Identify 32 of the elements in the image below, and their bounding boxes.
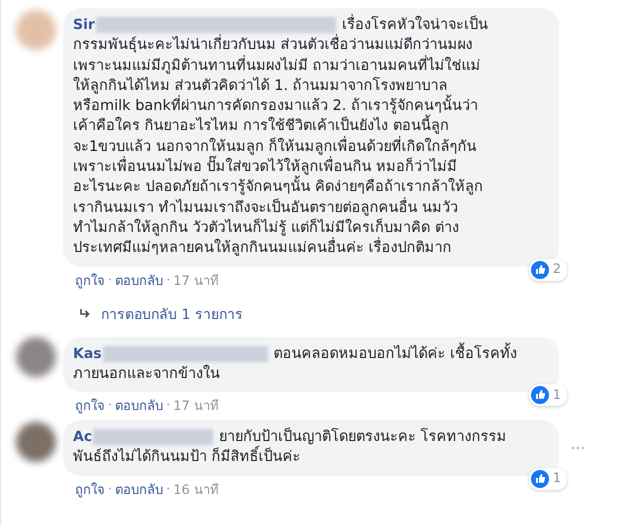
comment-text: กรรมพันธุ์นะคะไม่น่าเกี่ยวกับนม ส่วนตัวเชื่อว่านมแม่ดีกว่านมผง เพราะนมแม่มีภูมิต้านทานที่นมผงไม่มี ถามว่าเอานมคนที่ไม่ใช่แม่ ให้ลูกกินได้ไหม ส่วนตัวคิดว่าได้ 1. ถ้านมมาจากโรงพยาบาล หรือmilk bankที่ผ่านการคัดกรองมาแล้ว 2. ถ้าเรารู้จักคนๆนั้นว่า เค้าคือใคร กินยาอะไรไหม การใช้ชีวิตเค้าเป็นยังไง ตอนนี้ลูก จะ1ขวบแล้ว นอกจากให้นมลูก ก็ให้นมลูกเพื่อนด้วยที่เกิดใกล้ๆกัน เพราะเพื่อนนมไม่พอ ปั๊มใส่ขวดไว้ให้ลูกเพื่อนกิน หมอก็ว่าไม่มี อะไรนะคะ ปลอดภัยถ้าเรารู้จักคนๆนั้น คิดง่ายๆคือถ้าเรากล้าให้ลูก เรากินนมเรา ทำไมนมเราถึงจะเป็นอันตรายต่อลูกคนอื่น นมวัว ทำไมกล้าให้ลูกกิน วัวตัวไหนก็ไม่รู้ แต่ก็ไม่มีใครเก็บมาคิด ต่าง ประเทศมีแม่ๆหลายคนให้ลูกกินนมแม่คนอื่นค่ะ เรื่องปกติมาก (73, 35, 547, 259)
comment-text: เรื่องโรคหัวใจน่าจะเป็น (342, 15, 488, 36)
like-icon (530, 470, 549, 488)
separator-dot: · (108, 272, 112, 288)
avatar[interactable] (16, 336, 56, 377)
more-options-icon[interactable] (571, 446, 585, 450)
separator-dot: · (166, 482, 170, 497)
reply-arrow-icon (79, 308, 91, 319)
commenter-name[interactable]: Sir (73, 17, 95, 34)
like-icon (530, 260, 549, 279)
separator-dot: · (108, 398, 112, 414)
comment-text: ภายนอกและจากข้างใน (73, 364, 221, 384)
comment-text: ตอนคลอดหมอบอกไม่ได้ค่ะ เชื้อโรคทั้ง (274, 344, 518, 364)
action-link[interactable]: ถูกใจ (75, 395, 105, 416)
separator-dot: · (166, 398, 170, 414)
action-link[interactable]: ถูกใจ (75, 478, 105, 500)
action-link[interactable]: ตอบกลับ (115, 395, 164, 416)
action-link[interactable]: ตอบกลับ (115, 270, 164, 291)
separator-dot: · (108, 482, 112, 497)
commenter-name[interactable]: Kas (73, 346, 102, 362)
commenter-name[interactable]: Ac (73, 429, 92, 446)
comment-text: พันธ์ถึงไม่ได้กินนมป้า ก็มีสิทธิ์เป็นค่ะ (73, 447, 547, 468)
comment-text: ยายกับป้าเป็นญาติโดยตรงนะคะ โรคทางกรรม (219, 427, 507, 446)
action-link[interactable]: ตอบกลับ (115, 478, 164, 500)
avatar[interactable] (16, 422, 56, 462)
action-link[interactable]: ถูกใจ (75, 270, 105, 291)
like-count: 2 (552, 262, 561, 278)
like-icon (530, 386, 549, 404)
like-count: 1 (552, 388, 561, 403)
separator-dot: · (166, 272, 170, 288)
like-count: 1 (552, 471, 561, 486)
view-replies-link[interactable]: การตอบกลับ 1 รายการ (101, 302, 243, 325)
